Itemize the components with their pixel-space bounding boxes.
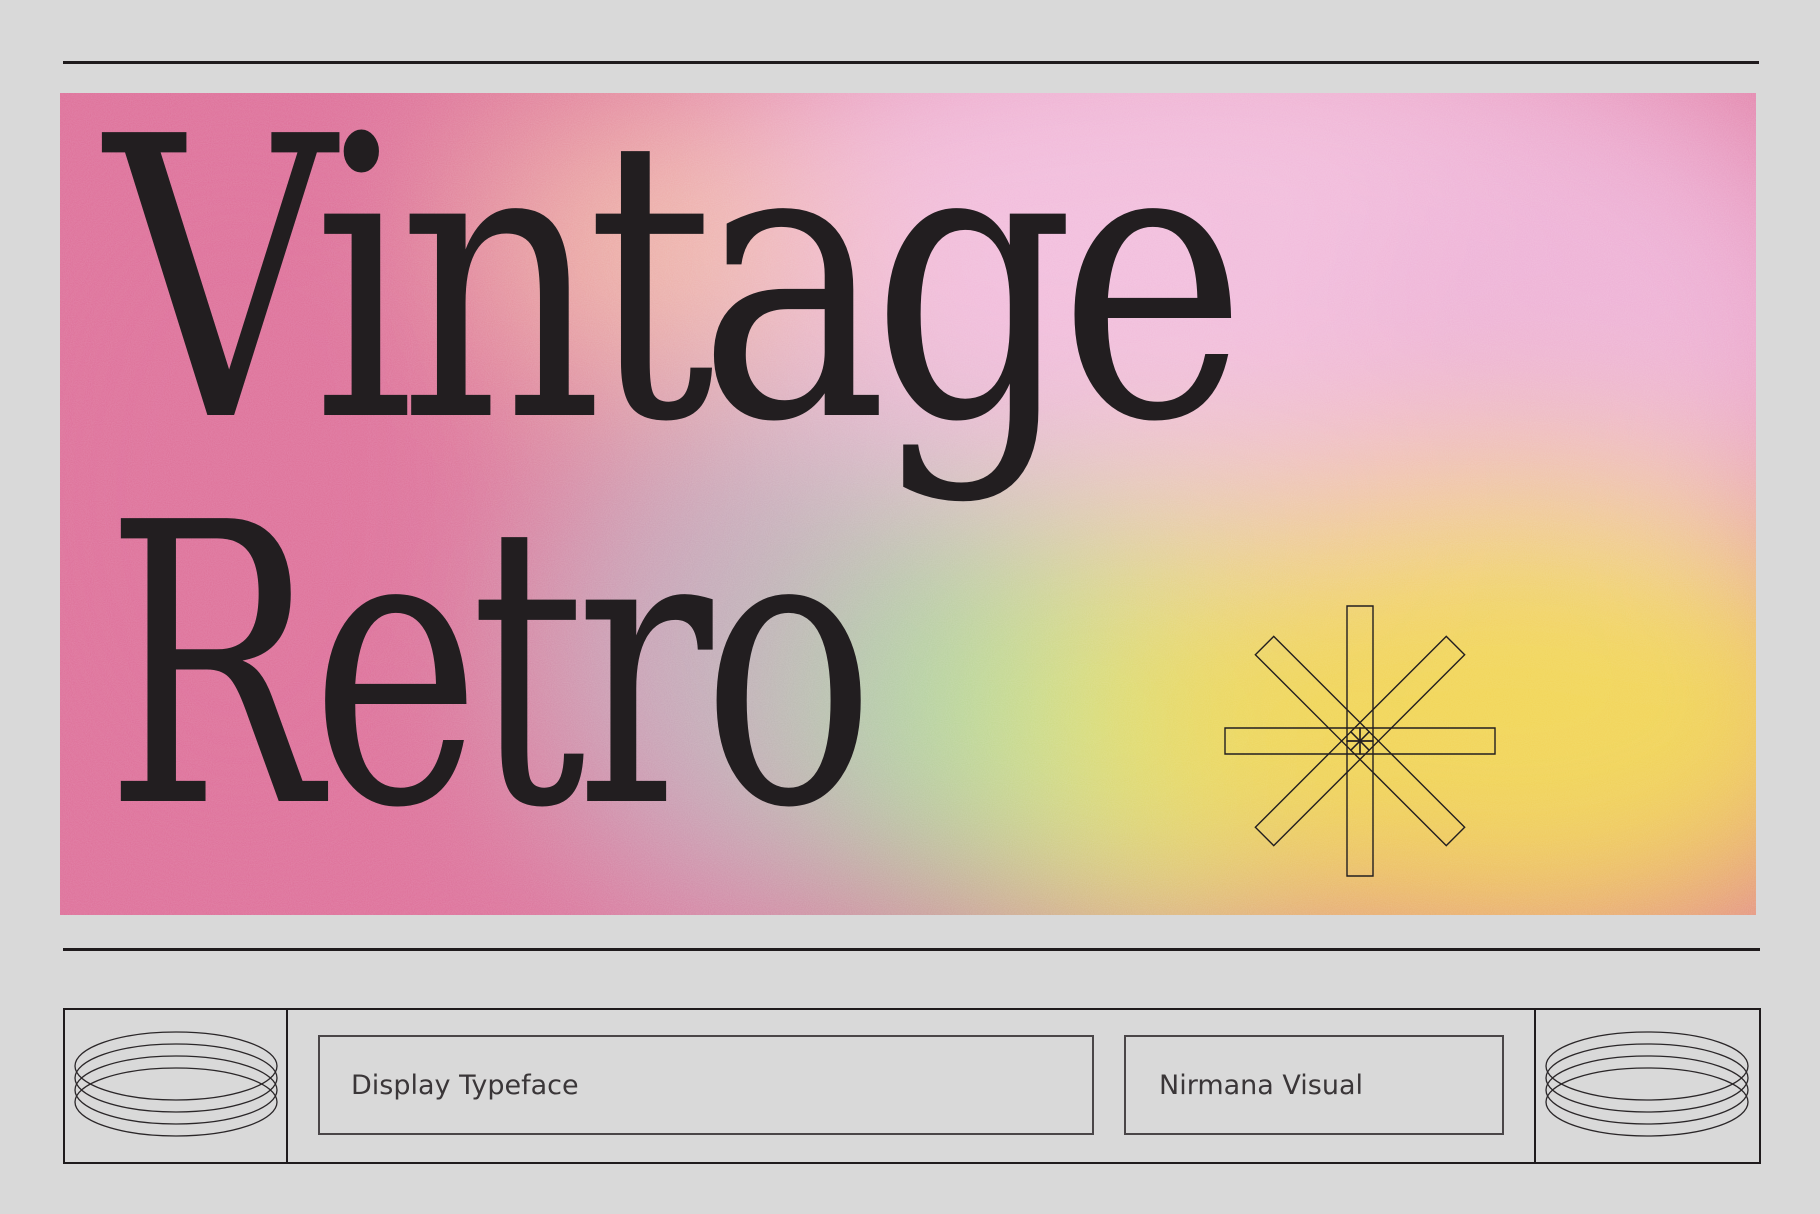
middle-rule — [63, 948, 1760, 951]
headline-line-2: Retro — [105, 441, 875, 893]
studio-label-box: Nirmana Visual — [1124, 1035, 1504, 1135]
top-rule — [63, 61, 1759, 64]
typeface-label-box: Display Typeface — [318, 1035, 1094, 1135]
info-strip: Display Typeface Nirmana Visual — [63, 1008, 1761, 1164]
left-divider — [286, 1010, 288, 1162]
concentric-rings-icon — [74, 1031, 278, 1137]
concentric-rings-icon — [1545, 1031, 1749, 1137]
studio-label: Nirmana Visual — [1159, 1069, 1364, 1101]
typeface-label: Display Typeface — [351, 1069, 579, 1101]
headline-line-1: Vintage — [105, 93, 1247, 507]
title-banner: Vintage Retro — [60, 93, 1756, 915]
right-divider — [1534, 1010, 1536, 1162]
eight-point-asterisk-icon — [1224, 605, 1496, 877]
